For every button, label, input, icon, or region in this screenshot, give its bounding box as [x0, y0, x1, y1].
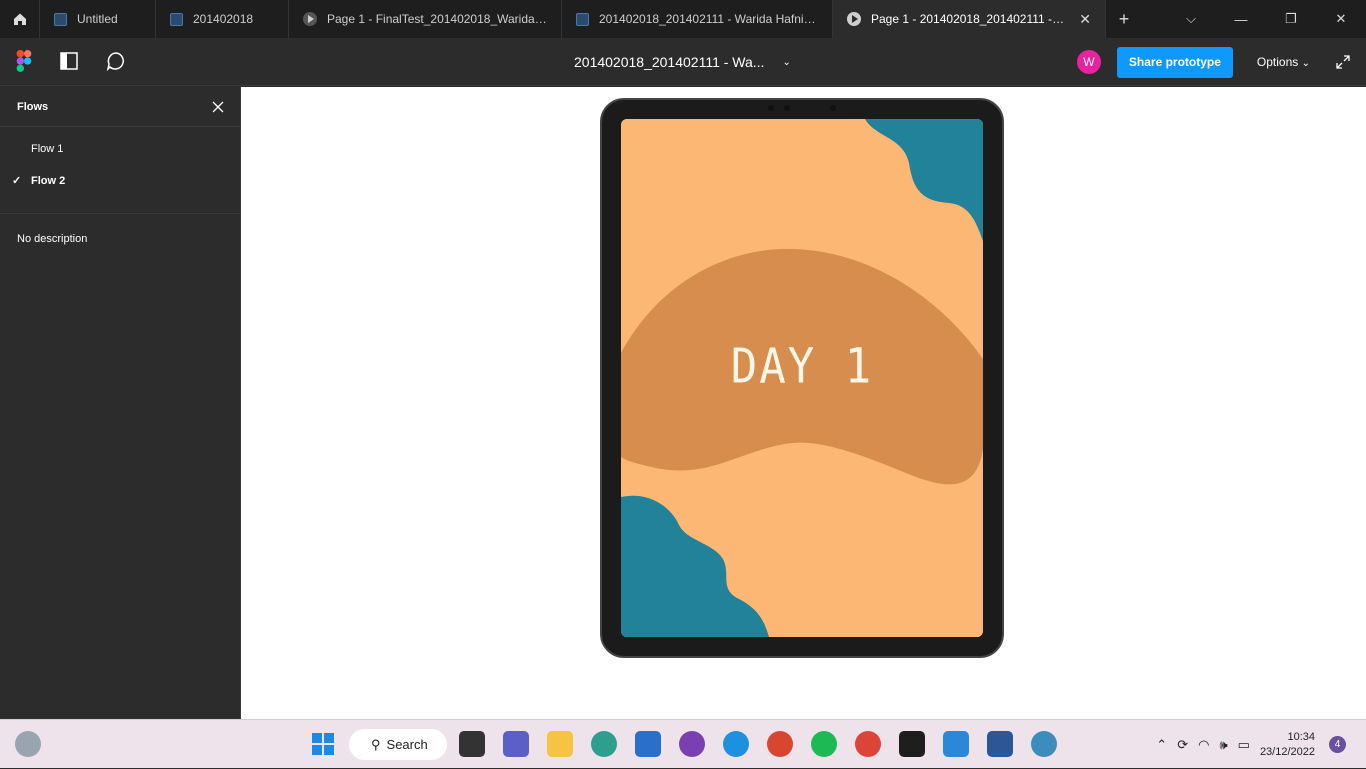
- tab-list-chevron-icon[interactable]: ⌵: [1166, 0, 1216, 38]
- frame-title: DAY 1: [730, 338, 874, 395]
- chevron-down-icon: ⌄: [782, 56, 791, 68]
- sidebar-header: Flows: [0, 87, 240, 127]
- tab-label: Page 1 - 201402018_201402111 - Warida: [871, 12, 1066, 26]
- wifi-icon[interactable]: ◠: [1198, 737, 1209, 753]
- close-icon[interactable]: [212, 101, 224, 113]
- spotify-icon[interactable]: [811, 731, 837, 757]
- volume-icon[interactable]: 🕪: [1219, 737, 1227, 753]
- date: 23/12/2022: [1259, 745, 1315, 758]
- document-title-text: 201402018_201402111 - Wa...: [574, 54, 765, 70]
- app-icon[interactable]: [679, 731, 705, 757]
- home-button[interactable]: [0, 0, 40, 38]
- task-view-icon[interactable]: [459, 731, 485, 757]
- weather-icon[interactable]: [15, 731, 41, 757]
- file-icon: [170, 12, 183, 26]
- game-app-icon[interactable]: [767, 731, 793, 757]
- help-icon[interactable]: [723, 731, 749, 757]
- document-title[interactable]: 201402018_201402111 - Wa... ⌄: [574, 54, 791, 70]
- figma-taskbar-icon[interactable]: [899, 731, 925, 757]
- camera-icon: [768, 105, 774, 111]
- fullscreen-icon[interactable]: [1336, 55, 1350, 69]
- flow-item-2[interactable]: ✓ Flow 2: [0, 165, 240, 197]
- tab-label: 201402018: [193, 12, 254, 26]
- chevron-down-icon: ⌄: [1301, 58, 1310, 69]
- prototype-screen[interactable]: DAY 1: [621, 119, 983, 637]
- play-icon: [303, 12, 317, 26]
- search-label: Search: [386, 737, 428, 752]
- tab-201402018-201402111[interactable]: 201402018_201402111 - Warida Hafni Har: [562, 0, 833, 38]
- options-menu[interactable]: Options ⌄: [1257, 55, 1310, 69]
- clock[interactable]: 10:34 23/12/2022: [1260, 730, 1315, 760]
- prototype-canvas: DAY 1: [241, 87, 1366, 719]
- time: 10:34: [1287, 730, 1315, 743]
- comment-icon[interactable]: [106, 51, 126, 71]
- teams-chat-icon[interactable]: [503, 731, 529, 757]
- windows-start-icon[interactable]: [310, 731, 336, 757]
- sync-icon[interactable]: ⟳: [1177, 737, 1188, 753]
- share-prototype-button[interactable]: Share prototype: [1116, 46, 1233, 78]
- flow-list: Flow 1 ✓ Flow 2: [0, 127, 240, 214]
- file-icon: [576, 12, 589, 26]
- sensor-icon: [784, 105, 790, 111]
- window-controls: ⌵ — ❐ ✕: [1166, 0, 1366, 38]
- flow-label: Flow 2: [31, 175, 66, 187]
- file-icon: [54, 12, 67, 26]
- minimize-icon[interactable]: —: [1216, 0, 1266, 38]
- file-explorer-icon[interactable]: [547, 731, 573, 757]
- figma-logo-icon[interactable]: [16, 50, 32, 72]
- avatar[interactable]: W: [1076, 50, 1101, 74]
- photos-icon[interactable]: [943, 731, 969, 757]
- tab-untitled[interactable]: Untitled: [40, 0, 156, 38]
- restore-icon[interactable]: ❐: [1266, 0, 1316, 38]
- flow-label: Flow 1: [31, 143, 64, 155]
- play-icon: [847, 12, 861, 26]
- options-label: Options: [1256, 55, 1299, 69]
- flow-item-1[interactable]: Flow 1: [0, 133, 240, 165]
- ipad-device-frame: DAY 1: [600, 98, 1004, 658]
- flow-description: No description: [17, 233, 88, 245]
- tab-201402018[interactable]: 201402018: [156, 0, 289, 38]
- edge-profile-icon[interactable]: [1031, 731, 1057, 757]
- new-tab-button[interactable]: +: [1106, 0, 1142, 38]
- checkmark-icon: ✓: [12, 175, 22, 187]
- edge-icon[interactable]: [591, 731, 617, 757]
- close-window-icon[interactable]: ✕: [1316, 0, 1366, 38]
- tab-label: Untitled: [77, 12, 118, 26]
- tab-finaltest-prototype[interactable]: Page 1 - FinalTest_201402018_Warida Hafn…: [289, 0, 562, 38]
- tab-label: 201402018_201402111 - Warida Hafni Har: [599, 12, 818, 26]
- sensor-icon: [830, 105, 836, 111]
- tab-bar: Untitled 201402018 Page 1 - FinalTest_20…: [0, 0, 1366, 38]
- home-icon: [13, 13, 26, 25]
- system-tray: ⌃ ⟳ ◠ 🕪 ▭ 10:34 23/12/2022 4: [1156, 720, 1346, 769]
- sidebar-toggle-icon[interactable]: [60, 52, 78, 70]
- close-tab-icon[interactable]: ✕: [1079, 11, 1091, 28]
- word-icon[interactable]: [987, 731, 1013, 757]
- notification-badge[interactable]: 4: [1329, 736, 1346, 753]
- search-icon: ⚲: [371, 736, 381, 752]
- sidebar-title: Flows: [17, 100, 49, 113]
- tab-label: Page 1 - FinalTest_201402018_Warida Hafn…: [327, 12, 547, 26]
- prototype-toolbar: 201402018_201402111 - Wa... ⌄ W Share pr…: [0, 38, 1366, 86]
- tab-active-prototype[interactable]: Page 1 - 201402018_201402111 - Warida ✕: [833, 0, 1106, 38]
- taskbar: ⚲ Search ⌃ ⟳ ◠ 🕪 ▭ 10:34 23/12/2022 4: [0, 719, 1366, 768]
- microsoft-store-icon[interactable]: [635, 731, 661, 757]
- chevron-up-icon[interactable]: ⌃: [1156, 737, 1167, 753]
- flows-sidebar: Flows Flow 1 ✓ Flow 2 No description: [0, 87, 241, 719]
- battery-icon[interactable]: ▭: [1238, 737, 1250, 753]
- chrome-icon[interactable]: [855, 731, 881, 757]
- taskbar-search[interactable]: ⚲ Search: [349, 729, 447, 760]
